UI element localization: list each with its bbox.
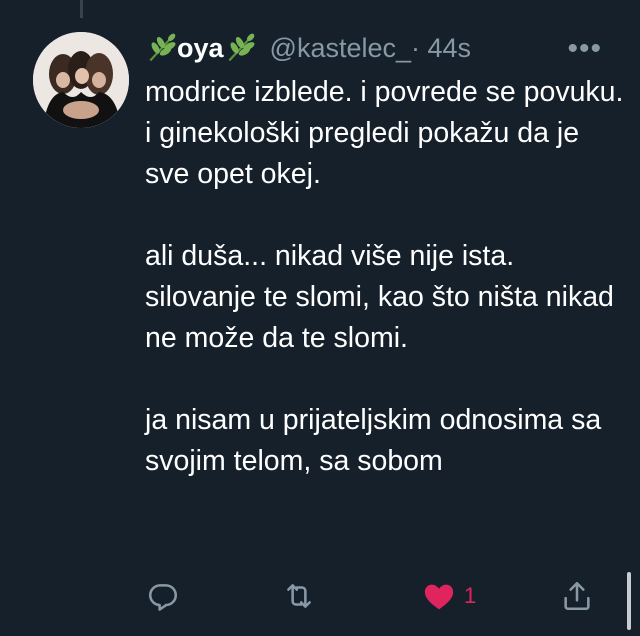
user-handle[interactable]: @kastelec_ <box>270 33 411 64</box>
tweet-paragraph: i ginekološki pregledi pokažu da je sve … <box>145 117 580 190</box>
tweet-paragraph: ali duša... nikad više nije ista. <box>145 240 515 272</box>
tweet-paragraph: modrice izblede. i povrede se povuku. <box>145 76 624 108</box>
reply-icon <box>148 584 178 611</box>
retweet-icon <box>287 584 311 608</box>
herb-icon <box>228 33 255 62</box>
share-button[interactable] <box>560 576 594 616</box>
heart-icon <box>424 584 454 610</box>
scrollbar[interactable] <box>627 572 631 630</box>
share-icon <box>564 581 590 611</box>
tweet-paragraph: ja nisam u prijateljskim odnosima sa svo… <box>145 404 602 477</box>
avatar-image <box>33 32 129 128</box>
more-options-icon[interactable]: ••• <box>567 32 602 66</box>
thread-line <box>80 0 83 18</box>
tweet-actions: 1 <box>146 576 596 616</box>
retweet-button[interactable] <box>281 576 317 616</box>
tweet-text: modrice izblede. i povrede se povuku. i … <box>145 72 625 482</box>
like-button[interactable]: 1 <box>422 576 476 616</box>
display-name[interactable]: oya <box>145 32 256 64</box>
reply-button[interactable] <box>146 576 180 616</box>
tweet-header: oya @kastelec_ · 44s ••• <box>145 30 620 66</box>
timestamp[interactable]: · 44s <box>411 33 471 64</box>
like-count: 1 <box>464 583 477 608</box>
tweet-paragraph: silovanje te slomi, kao što ništa nikad … <box>145 281 614 354</box>
herb-icon <box>149 33 176 62</box>
avatar[interactable] <box>33 32 129 128</box>
display-name-text: oya <box>177 32 224 63</box>
